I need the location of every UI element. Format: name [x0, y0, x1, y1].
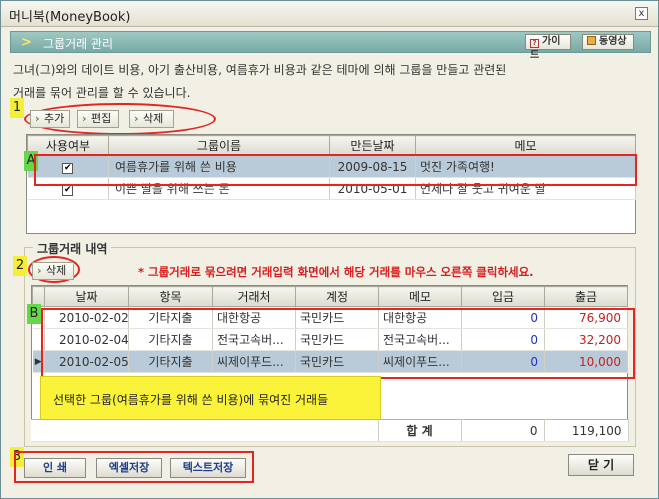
video-label: 동영상 — [599, 36, 627, 47]
totals-row: 합 계 0 119,100 — [31, 419, 629, 442]
description-line-1: 그녀(그)와의 데이트 비용, 아기 출산비용, 여름휴가 비용과 같은 테마에… — [13, 63, 507, 77]
close-icon[interactable]: x — [635, 7, 648, 20]
column-header[interactable]: 항목 — [128, 286, 213, 307]
help-icon: ? — [530, 39, 539, 48]
text-save-button[interactable]: 텍스트저장 — [170, 458, 246, 478]
totals-withdraw: 119,100 — [544, 419, 629, 442]
column-header[interactable]: 만든날짜 — [329, 135, 416, 156]
column-header[interactable]: 거래처 — [212, 286, 296, 307]
description-line-2: 거래를 묶어 관리를 할 수 있습니다. — [13, 86, 191, 100]
marker-b: B — [27, 304, 41, 324]
totals-label: 합 계 — [378, 419, 462, 442]
print-button[interactable]: 인 쇄 — [24, 458, 86, 478]
delete-detail-button[interactable]: 삭제 — [32, 262, 74, 280]
description: 그녀(그)와의 데이트 비용, 아기 출산비용, 여름휴가 비용과 같은 테마에… — [13, 59, 613, 105]
close-button[interactable]: 닫 기 — [568, 454, 634, 476]
video-button[interactable]: 동영상 — [582, 34, 634, 50]
column-header[interactable]: 메모 — [378, 286, 462, 307]
notice-text: * 그룹거래로 묶으려면 거래입력 화면에서 해당 거래를 마우스 오른쪽 클릭… — [138, 265, 534, 279]
edit-group-button[interactable]: 편집 — [77, 110, 119, 128]
column-header[interactable]: 사용여부 — [27, 135, 109, 156]
tooltip-callout: 선택한 그룹(여름휴가를 위해 쓴 비용)에 묶여진 거래들 — [40, 376, 381, 423]
guide-button[interactable]: ? 가이드 — [525, 34, 571, 61]
column-header[interactable]: 그룹이름 — [108, 135, 330, 156]
column-header[interactable]: 계정 — [295, 286, 379, 307]
selected-group-highlight — [34, 154, 637, 186]
video-icon — [587, 36, 596, 45]
column-header[interactable]: 메모 — [415, 135, 636, 156]
column-header[interactable]: 날짜 — [44, 286, 129, 307]
use-checkbox[interactable]: ✔ — [62, 185, 74, 196]
page-title: 그룹거래 관리 — [43, 37, 114, 51]
transactions-highlight — [41, 308, 635, 379]
detail-legend: 그룹거래 내역 — [33, 240, 112, 257]
title-bar: 머니북(MoneyBook) x — [1, 1, 658, 27]
column-header[interactable]: 입금 — [461, 286, 545, 307]
chevron-right-icon: > — [21, 35, 32, 50]
delete-group-button[interactable]: 삭제 — [129, 110, 174, 128]
transaction-table-header: 날짜 항목 거래처 계정 메모 입금 출금 — [32, 286, 628, 307]
window-title: 머니북(MoneyBook) — [9, 10, 131, 25]
marker-2: 2 — [13, 256, 27, 276]
excel-save-button[interactable]: 엑셀저장 — [96, 458, 162, 478]
add-group-button[interactable]: 추가 — [30, 110, 70, 128]
section-header: > 그룹거래 관리 ? 가이드 동영상 — [10, 31, 651, 61]
group-table-header: 사용여부 그룹이름 만든날짜 메모 — [27, 135, 636, 156]
marker-1: 1 — [10, 98, 24, 118]
moneybook-window: 머니북(MoneyBook) x > 그룹거래 관리 ? 가이드 동영상 그녀(그… — [0, 0, 659, 499]
column-header[interactable]: 출금 — [544, 286, 628, 307]
totals-deposit: 0 — [461, 419, 545, 442]
